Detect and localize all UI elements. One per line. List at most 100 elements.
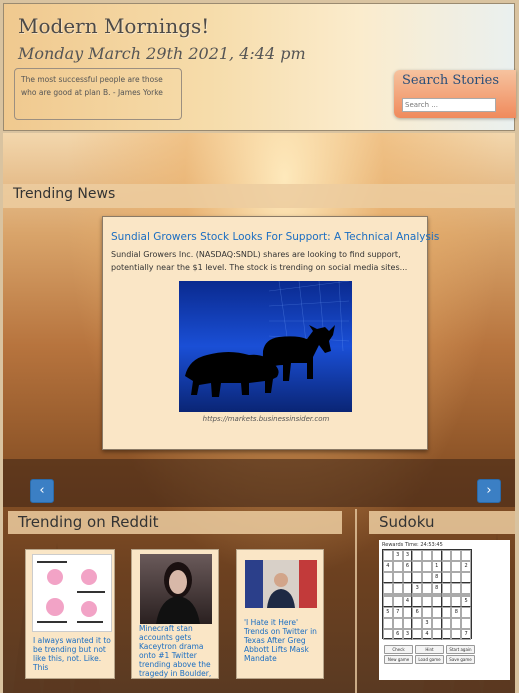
sudoku-cell[interactable]: 6 xyxy=(392,629,403,640)
search-stories-title: Search Stories xyxy=(402,73,500,88)
sudoku-check-button[interactable]: Check xyxy=(384,645,413,654)
sudoku-cell[interactable] xyxy=(402,618,413,629)
sudoku-cell[interactable] xyxy=(412,596,423,607)
bull-bear-image[interactable] xyxy=(179,281,352,412)
sudoku-cell[interactable] xyxy=(402,572,413,583)
sudoku-cell[interactable]: 7 xyxy=(392,607,403,618)
sudoku-new-game-button[interactable]: New game xyxy=(384,655,413,664)
sudoku-cell[interactable]: 4 xyxy=(383,561,393,572)
sudoku-cell[interactable] xyxy=(402,583,413,594)
sudoku-cell[interactable] xyxy=(451,618,462,629)
sudoku-cell[interactable] xyxy=(422,572,432,583)
sudoku-cell[interactable] xyxy=(422,550,432,561)
sudoku-widget: Rewards Time: 24:53:45 33461283845576836… xyxy=(379,540,510,680)
sudoku-hint-button[interactable]: Hint xyxy=(415,645,444,654)
sudoku-cell[interactable] xyxy=(383,550,393,561)
carousel-prev-button[interactable]: ‹ xyxy=(30,479,54,503)
sudoku-cell[interactable] xyxy=(383,583,393,594)
news-article-description: Sundial Growers Inc. (NASDAQ:SNDL) share… xyxy=(111,250,408,272)
sudoku-cell[interactable] xyxy=(383,618,393,629)
sudoku-cell[interactable] xyxy=(392,583,403,594)
sudoku-cell[interactable] xyxy=(461,618,471,629)
sudoku-cell[interactable]: 8 xyxy=(431,583,442,594)
sudoku-cell[interactable] xyxy=(441,629,452,640)
sudoku-cell[interactable] xyxy=(431,629,442,640)
sudoku-cell[interactable] xyxy=(392,618,403,629)
sudoku-cell[interactable] xyxy=(412,561,423,572)
sudoku-cell[interactable] xyxy=(451,596,462,607)
sudoku-cell[interactable]: 3 xyxy=(412,583,423,594)
sudoku-cell[interactable]: 3 xyxy=(392,550,403,561)
reddit-post-title[interactable]: I always wanted it to be trending but no… xyxy=(33,636,113,672)
sudoku-cell[interactable] xyxy=(412,550,423,561)
reddit-post-title[interactable]: 'I Hate it Here' Trends on Twitter in Te… xyxy=(244,618,322,663)
reddit-post-image[interactable] xyxy=(140,554,212,624)
sudoku-cell[interactable] xyxy=(412,572,423,583)
sudoku-cell[interactable] xyxy=(441,618,452,629)
sudoku-cell[interactable] xyxy=(461,583,471,594)
sudoku-cell[interactable] xyxy=(383,572,393,583)
sudoku-cell[interactable] xyxy=(441,607,452,618)
sudoku-cell[interactable] xyxy=(402,607,413,618)
chevron-left-icon: ‹ xyxy=(39,483,45,498)
sudoku-cell[interactable]: 3 xyxy=(402,550,413,561)
sudoku-cell[interactable] xyxy=(441,572,452,583)
reddit-post-card[interactable]: I always wanted it to be trending but no… xyxy=(25,549,115,679)
sudoku-cell[interactable] xyxy=(392,596,403,607)
sudoku-cell[interactable] xyxy=(441,561,452,572)
sudoku-cell[interactable] xyxy=(431,550,442,561)
reddit-post-card[interactable]: 'I Hate it Here' Trends on Twitter in Te… xyxy=(236,549,324,679)
sudoku-cell[interactable] xyxy=(431,618,442,629)
news-card[interactable]: Sundial Growers Stock Looks For Support:… xyxy=(102,216,439,450)
sudoku-cell[interactable]: 4 xyxy=(422,629,432,640)
sudoku-cell[interactable]: 7 xyxy=(461,629,471,640)
sudoku-cell[interactable] xyxy=(451,583,462,594)
sudoku-cell[interactable]: 6 xyxy=(412,607,423,618)
sudoku-cell[interactable] xyxy=(441,596,452,607)
sudoku-cell[interactable] xyxy=(412,629,423,640)
sudoku-cell[interactable]: 6 xyxy=(402,561,413,572)
sudoku-load-game-button[interactable]: Load game xyxy=(415,655,444,664)
trending-news-title: Trending News xyxy=(3,184,515,208)
sudoku-cell[interactable] xyxy=(451,572,462,583)
sudoku-cell[interactable] xyxy=(412,618,423,629)
sudoku-cell[interactable] xyxy=(422,607,432,618)
sudoku-cell[interactable] xyxy=(422,596,432,607)
sudoku-cell[interactable] xyxy=(461,607,471,618)
sudoku-cell[interactable]: 4 xyxy=(402,596,413,607)
sudoku-cell[interactable] xyxy=(392,561,403,572)
sudoku-cell[interactable] xyxy=(383,596,393,607)
sudoku-cell[interactable]: 2 xyxy=(461,561,471,572)
sudoku-cell[interactable] xyxy=(392,572,403,583)
sudoku-cell[interactable] xyxy=(461,572,471,583)
sudoku-cell[interactable] xyxy=(431,607,442,618)
news-article-title[interactable]: Sundial Growers Stock Looks For Support:… xyxy=(111,231,439,243)
sudoku-cell[interactable] xyxy=(461,550,471,561)
sudoku-cell[interactable]: 8 xyxy=(451,607,462,618)
sudoku-cell[interactable]: 3 xyxy=(422,618,432,629)
carousel-next-button[interactable]: › xyxy=(477,479,501,503)
sudoku-cell[interactable] xyxy=(451,550,462,561)
sudoku-cell[interactable] xyxy=(383,629,393,640)
sudoku-cell[interactable]: 1 xyxy=(431,561,442,572)
reddit-post-card[interactable]: Minecraft stan accounts gets Kaceytron d… xyxy=(131,549,219,679)
sudoku-cell[interactable] xyxy=(422,561,432,572)
search-input[interactable] xyxy=(402,98,496,112)
sudoku-cell[interactable] xyxy=(422,583,432,594)
sudoku-cell[interactable] xyxy=(441,550,452,561)
sudoku-cell[interactable]: 3 xyxy=(402,629,413,640)
quote-box: The most successful people are those who… xyxy=(14,68,182,120)
sudoku-cell[interactable] xyxy=(451,561,462,572)
page-header: Modern Mornings! Monday March 29th 2021,… xyxy=(3,3,516,131)
sudoku-cell[interactable] xyxy=(441,583,452,594)
sudoku-cell[interactable]: 5 xyxy=(461,596,471,607)
sudoku-save-game-button[interactable]: Save game xyxy=(446,655,475,664)
reddit-post-title[interactable]: Minecraft stan accounts gets Kaceytron d… xyxy=(139,624,217,678)
sudoku-cell[interactable]: 5 xyxy=(383,607,393,618)
sudoku-start-again-button[interactable]: Start again xyxy=(446,645,475,654)
reddit-post-image[interactable] xyxy=(32,554,112,632)
sudoku-cell[interactable] xyxy=(431,596,442,607)
reddit-post-image[interactable] xyxy=(245,560,317,608)
sudoku-cell[interactable]: 8 xyxy=(431,572,442,583)
sudoku-cell[interactable] xyxy=(451,629,462,640)
